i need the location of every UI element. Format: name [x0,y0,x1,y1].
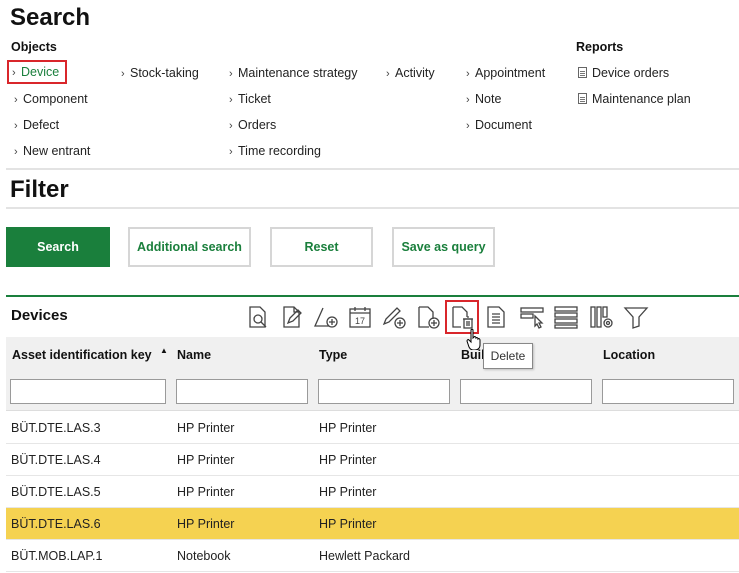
object-link-time-recording[interactable]: › Time recording [229,144,321,158]
search-button[interactable]: Search [6,227,110,267]
object-link-new-entrant[interactable]: › New entrant [14,144,90,158]
cell-type: HP Printer [319,517,377,531]
chevron-right-icon: › [12,67,16,79]
add-shape-icon[interactable] [312,303,340,331]
divider [6,168,739,170]
chevron-right-icon: › [466,68,470,80]
filter-input-name[interactable] [176,379,308,404]
select-columns-icon[interactable] [518,303,546,331]
cell-type: HP Printer [319,421,377,435]
cell-asset-key: BÜT.DTE.LAS.5 [11,485,101,499]
devices-divider [6,295,739,297]
table-row[interactable]: BÜT.DTE.LAS.5 HP Printer HP Printer [6,476,739,508]
objects-label: Objects [11,40,57,54]
cell-name: HP Printer [177,453,235,467]
filter-icon[interactable] [622,303,650,331]
object-link-orders[interactable]: › Orders [229,118,276,132]
edit-document-icon[interactable] [278,303,306,331]
delete-tooltip: Delete [483,343,533,369]
filter-input-location[interactable] [602,379,734,404]
svg-text:17: 17 [355,316,365,326]
object-link-component[interactable]: › Component [14,92,88,106]
chevron-right-icon: › [229,68,233,80]
column-header-location[interactable]: Location [603,337,655,373]
column-header-asset-key[interactable]: Asset identification key [12,337,152,373]
report-link-device-orders[interactable]: Device orders [578,66,669,80]
save-as-query-button[interactable]: Save as query [392,227,495,267]
settings-columns-icon[interactable] [588,303,616,331]
object-link-appointment[interactable]: › Appointment [466,66,545,80]
object-link-activity[interactable]: › Activity [386,66,435,80]
table-row-selected[interactable]: BÜT.DTE.LAS.6 HP Printer HP Printer [6,508,739,540]
object-link-maintenance-strategy[interactable]: › Maintenance strategy [229,66,358,80]
additional-search-button[interactable]: Additional search [128,227,251,267]
report-link-maintenance-plan[interactable]: Maintenance plan [578,92,691,106]
chevron-right-icon: › [466,120,470,132]
table-row[interactable]: BÜT.MOB.LAP.1 Notebook Hewlett Packard [6,540,739,572]
cell-type: HP Printer [319,485,377,499]
table-row[interactable]: BÜT.DTE.LAS.3 HP Printer HP Printer [6,412,739,444]
hand-cursor-icon [466,328,484,353]
chevron-right-icon: › [14,94,18,106]
cell-name: Notebook [177,549,231,563]
cell-name: HP Printer [177,485,235,499]
object-link-device[interactable]: › Device [7,60,68,84]
cell-asset-key: BÜT.DTE.LAS.3 [11,421,101,435]
object-link-defect[interactable]: › Defect [14,118,59,132]
cell-name: HP Printer [177,517,235,531]
edit-add-icon[interactable] [380,303,408,331]
chevron-right-icon: › [121,68,125,80]
column-header-type[interactable]: Type [319,337,347,373]
report-document-icon [578,67,587,78]
devices-title: Devices [11,307,68,324]
cell-name: HP Printer [177,421,235,435]
reports-label: Reports [576,40,624,54]
document-icon[interactable] [482,303,510,331]
filter-title: Filter [10,176,69,203]
chevron-right-icon: › [466,94,470,106]
filter-input-asset-key[interactable] [10,379,166,404]
calendar-icon[interactable]: 17 [346,303,374,331]
new-document-icon[interactable] [414,303,442,331]
object-link-note[interactable]: › Note [466,92,501,106]
table-row[interactable]: BÜT.DTE.LAS.4 HP Printer HP Printer [6,444,739,476]
column-header-name[interactable]: Name [177,337,211,373]
search-title: Search [10,4,91,31]
chevron-right-icon: › [14,146,18,158]
reset-button[interactable]: Reset [270,227,373,267]
divider [6,207,739,209]
object-link-ticket[interactable]: › Ticket [229,92,271,106]
object-link-stock-taking[interactable]: › Stock-taking [121,66,199,80]
report-document-icon [578,93,587,104]
preview-icon[interactable] [244,303,272,331]
chevron-right-icon: › [229,94,233,106]
chevron-right-icon: › [229,120,233,132]
cell-asset-key: BÜT.MOB.LAP.1 [11,549,103,563]
chevron-right-icon: › [14,120,18,132]
filter-input-type[interactable] [318,379,450,404]
chevron-right-icon: › [229,146,233,158]
object-link-document[interactable]: › Document [466,118,532,132]
cell-asset-key: BÜT.DTE.LAS.6 [11,517,101,531]
cell-type: Hewlett Packard [319,549,411,563]
sort-ascending-icon[interactable]: ▲ [160,346,168,355]
filter-row [6,373,739,411]
cell-asset-key: BÜT.DTE.LAS.4 [11,453,101,467]
chevron-right-icon: › [386,68,390,80]
cell-type: HP Printer [319,453,377,467]
list-icon[interactable] [552,303,580,331]
table-header: Asset identification key ▲ Name Type Bui… [6,337,739,373]
filter-input-built[interactable] [460,379,592,404]
